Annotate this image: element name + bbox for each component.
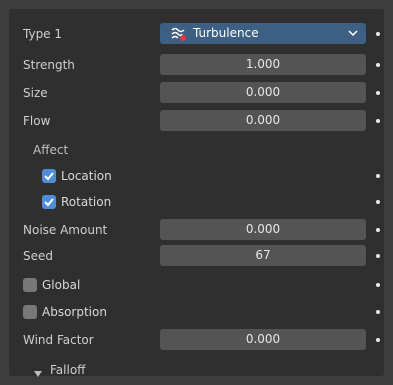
size-row: Size 0.000 [9, 82, 384, 104]
location-checkbox[interactable] [42, 169, 56, 183]
noise-amount-row: Noise Amount 0.000 [9, 219, 384, 241]
rotation-label: Rotation [61, 195, 112, 209]
noise-amount-label: Noise Amount [23, 223, 108, 237]
global-row[interactable]: Global [9, 274, 384, 296]
turbulence-icon [170, 25, 188, 43]
wind-factor-label: Wind Factor [23, 333, 94, 347]
seed-field[interactable]: 67 [160, 245, 366, 266]
strength-field[interactable]: 1.000 [160, 54, 366, 75]
keyframe-dot-noise-amount[interactable] [376, 228, 380, 232]
location-label: Location [61, 169, 112, 183]
global-checkbox[interactable] [23, 278, 37, 292]
keyframe-dot-size[interactable] [376, 91, 380, 95]
wind-factor-row: Wind Factor 0.000 [9, 329, 384, 351]
flow-row: Flow 0.000 [9, 110, 384, 132]
affect-row: Affect [9, 139, 384, 161]
flow-field[interactable]: 0.000 [160, 110, 366, 131]
strength-row: Strength 1.000 [9, 54, 384, 76]
field-settings-panel: Type 1 Turbulence Strength 1.000 Size 0.… [9, 9, 384, 376]
keyframe-dot-wind-factor[interactable] [376, 338, 380, 342]
noise-amount-field[interactable]: 0.000 [160, 219, 366, 240]
keyframe-dot-type[interactable] [376, 32, 380, 36]
absorption-row[interactable]: Absorption [9, 301, 384, 323]
falloff-label: Falloff [50, 363, 86, 377]
type-label: Type 1 [23, 27, 63, 41]
type-dropdown-value: Turbulence [193, 26, 259, 40]
keyframe-dot-seed[interactable] [376, 254, 380, 258]
checkmark-icon [44, 172, 54, 181]
absorption-checkbox[interactable] [23, 305, 37, 319]
chevron-down-icon [348, 27, 358, 39]
checkmark-icon [44, 198, 54, 207]
wind-factor-field[interactable]: 0.000 [160, 329, 366, 350]
keyframe-dot-absorption[interactable] [376, 310, 380, 314]
size-field[interactable]: 0.000 [160, 82, 366, 103]
rotation-checkbox[interactable] [42, 195, 56, 209]
absorption-label: Absorption [42, 305, 107, 319]
type-dropdown[interactable]: Turbulence [160, 23, 366, 44]
rotation-row[interactable]: Rotation [9, 191, 384, 213]
keyframe-dot-flow[interactable] [376, 119, 380, 123]
global-label: Global [42, 278, 81, 292]
flow-label: Flow [23, 114, 51, 128]
keyframe-dot-strength[interactable] [376, 63, 380, 67]
type-row: Type 1 Turbulence [9, 23, 384, 45]
collapse-triangle-icon [34, 366, 42, 377]
strength-label: Strength [23, 58, 75, 72]
seed-label: Seed [23, 249, 53, 263]
keyframe-dot-location[interactable] [376, 174, 380, 178]
seed-row: Seed 67 [9, 245, 384, 267]
location-row[interactable]: Location [9, 165, 384, 187]
size-label: Size [23, 86, 48, 100]
keyframe-dot-global[interactable] [376, 283, 380, 287]
keyframe-dot-rotation[interactable] [376, 200, 380, 204]
affect-label: Affect [33, 143, 69, 157]
